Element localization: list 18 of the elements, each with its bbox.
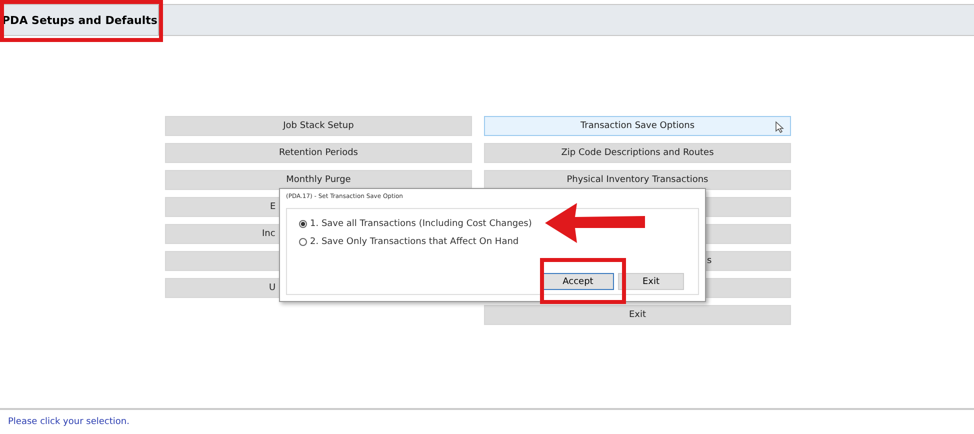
menu-button[interactable]: Physical Inventory Transactions bbox=[484, 170, 791, 190]
radio-option[interactable]: 2. Save Only Transactions that Affect On Hand bbox=[299, 237, 686, 247]
cursor-icon bbox=[775, 121, 784, 133]
arrow-icon bbox=[545, 203, 645, 243]
radio-option[interactable]: 1. Save all Transactions (Including Cost Changes) bbox=[299, 219, 686, 229]
menu-button[interactable]: Job Stack Setup bbox=[165, 116, 472, 136]
menu-button[interactable]: Zip Code Descriptions and Routes bbox=[484, 143, 791, 163]
status-text: Please click your selection. bbox=[8, 417, 130, 427]
menu-button[interactable]: Retention Periods bbox=[165, 143, 472, 163]
option-label: 1. Save all Transactions (Including Cost Changes) bbox=[310, 219, 532, 229]
option-label: 2. Save Only Transactions that Affect On Hand bbox=[310, 237, 519, 247]
menu-button[interactable]: Exit bbox=[484, 305, 791, 325]
radio-button[interactable] bbox=[299, 220, 307, 228]
menu-button[interactable]: Transaction Save Options bbox=[484, 116, 791, 136]
accept-button[interactable]: Accept bbox=[542, 273, 614, 290]
exit-button[interactable]: Exit bbox=[618, 273, 684, 290]
radio-button[interactable] bbox=[299, 238, 307, 246]
menu-button[interactable]: Monthly Purge bbox=[165, 170, 472, 190]
